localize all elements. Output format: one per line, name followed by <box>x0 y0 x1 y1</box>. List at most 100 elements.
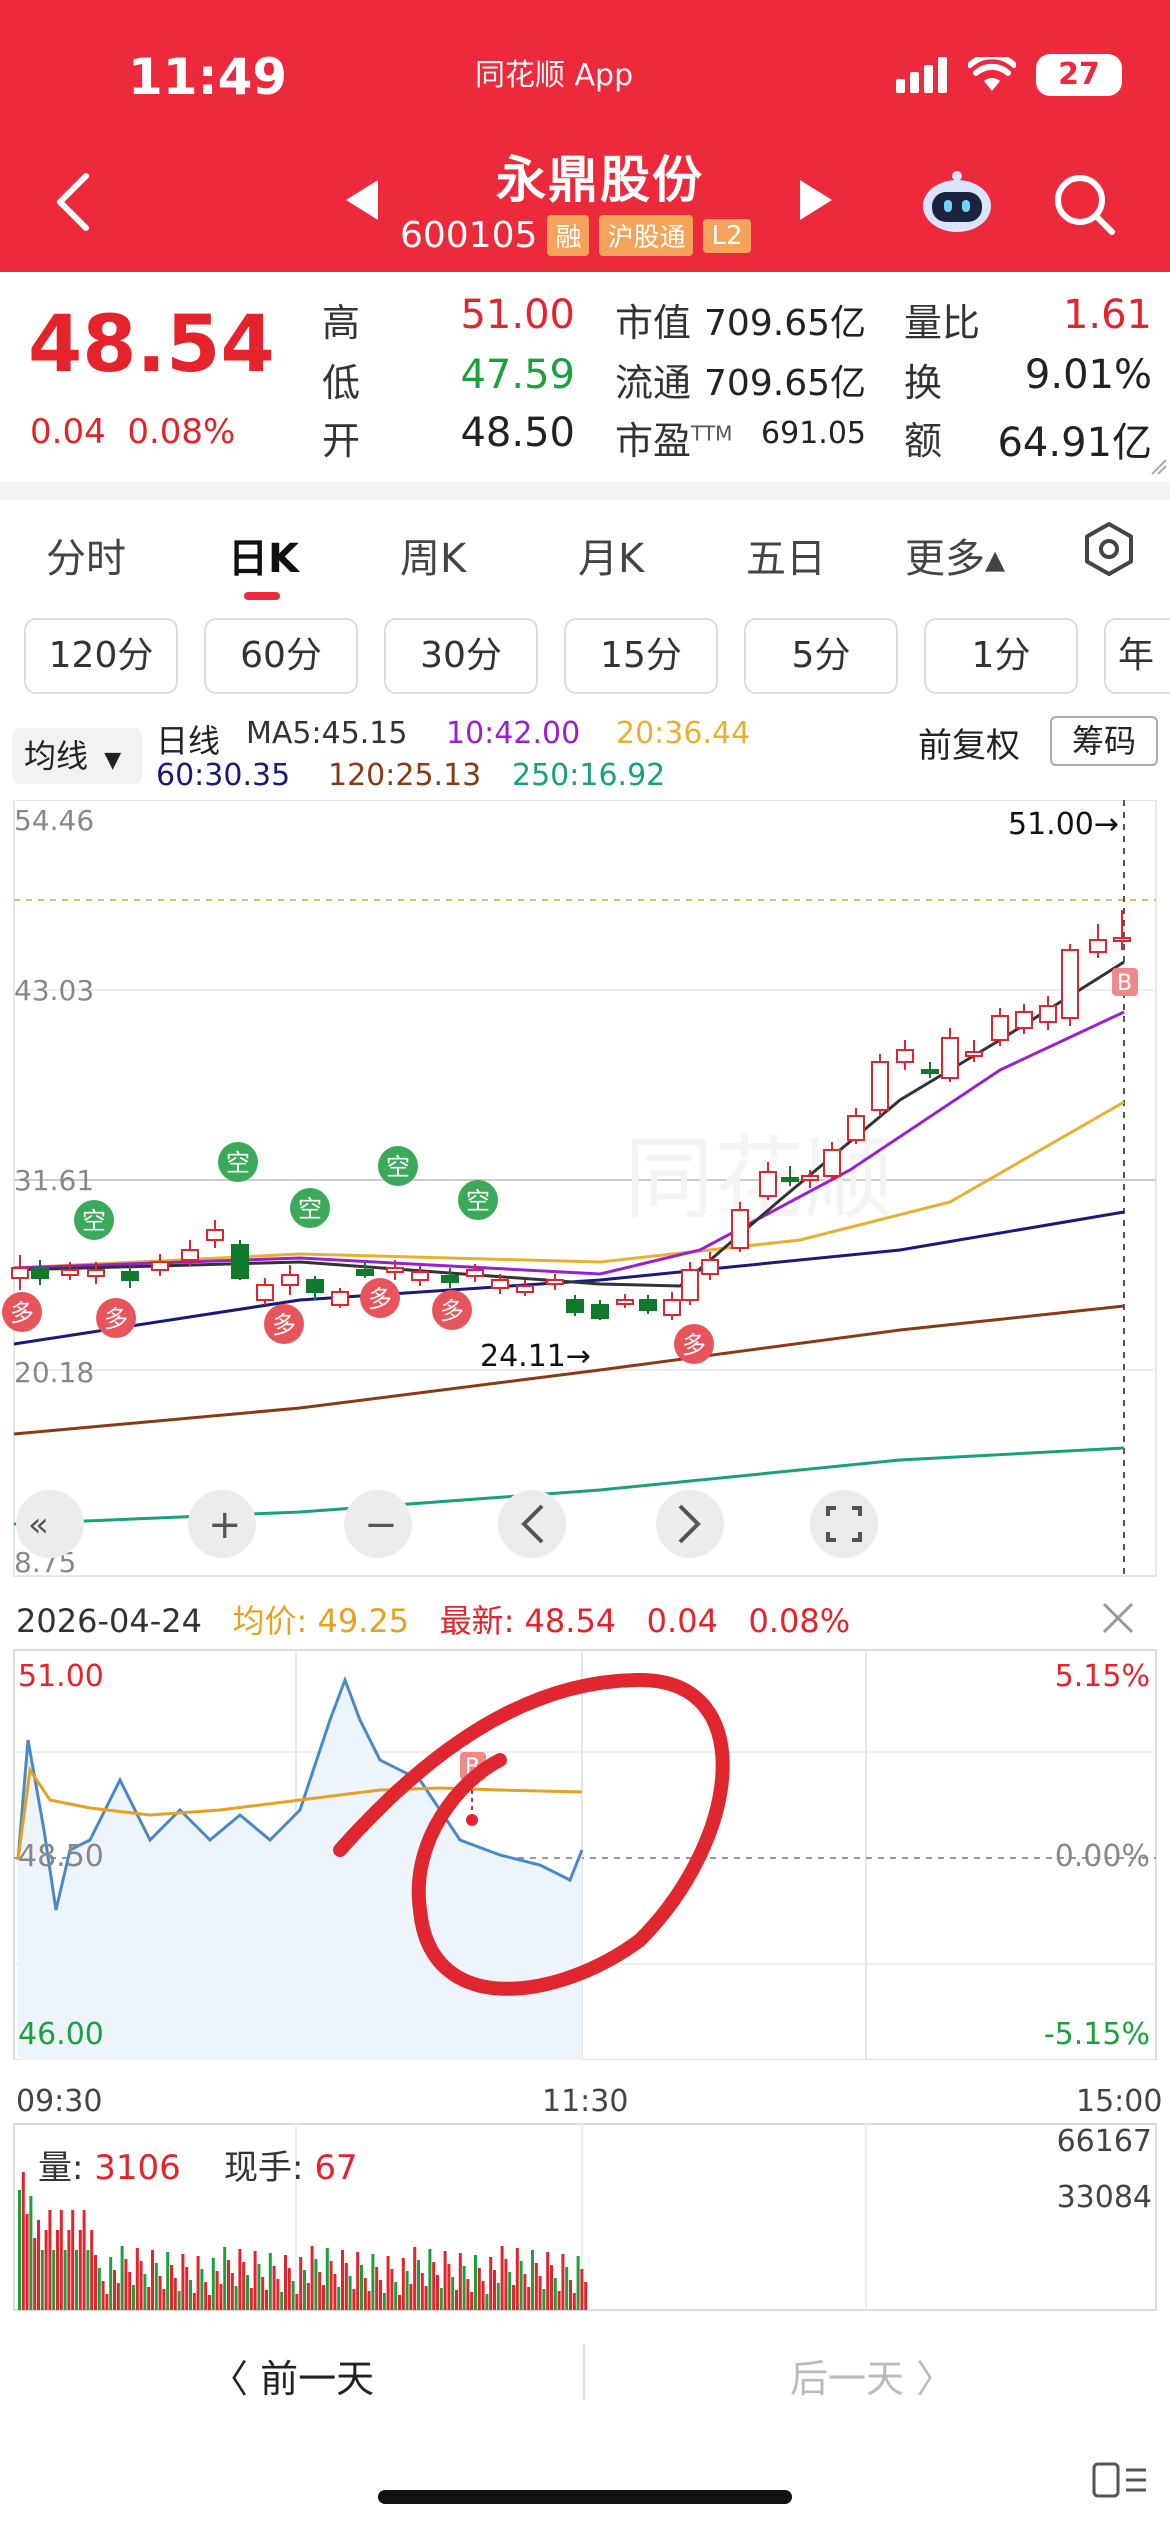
intraday-y-min: 46.00 <box>18 2017 104 2052</box>
subtab-5min[interactable]: 5分 <box>744 618 898 694</box>
chevron-left-icon: 〈 <box>210 2357 261 2401</box>
tab-daily-k[interactable]: 日K <box>228 526 299 584</box>
volume-bar <box>405 2271 409 2310</box>
volume-bar <box>360 2265 363 2310</box>
y-tick-2: 43.03 <box>14 974 94 1007</box>
intraday-pct-mid: 0.00% <box>1055 1839 1150 1874</box>
volume-bar <box>390 2269 394 2310</box>
kline-label: 日线 <box>156 722 221 760</box>
volume-bar <box>417 2260 420 2310</box>
volume-bar <box>208 2295 211 2310</box>
volume-bar <box>477 2268 481 2310</box>
candle-body <box>356 1269 374 1276</box>
scroll-left-fast-button[interactable]: « <box>16 1490 84 1558</box>
tab-five-day[interactable]: 五日 <box>746 526 826 584</box>
avg-label: 均价: <box>232 1602 308 1640</box>
adjust-label[interactable]: 前复权 <box>918 718 1020 767</box>
zoom-in-button[interactable]: + <box>188 1490 256 1558</box>
scroll-right-button[interactable] <box>656 1490 724 1558</box>
search-icon[interactable] <box>1050 170 1116 236</box>
candle-body <box>921 1069 939 1074</box>
volume-bar <box>139 2261 143 2310</box>
next-day-button[interactable]: 后一天 〉 <box>790 2348 954 2403</box>
volume-bar <box>192 2293 196 2310</box>
volume-bar <box>512 2285 515 2310</box>
intraday-change-pct: 0.08% <box>748 1602 851 1640</box>
scroll-left-button[interactable] <box>498 1490 566 1558</box>
volume-bar <box>295 2294 299 2310</box>
open-label: 开 <box>322 419 361 463</box>
volume-bar <box>386 2256 390 2310</box>
close-icon[interactable] <box>1100 1600 1136 1636</box>
subtab-year[interactable]: 年 <box>1104 618 1170 694</box>
volume-bar <box>196 2256 200 2310</box>
volume-bar <box>367 2291 371 2310</box>
volume-bar <box>580 2269 584 2310</box>
volume-bar <box>249 2288 253 2310</box>
volume-bar <box>470 2292 474 2310</box>
tab-more[interactable]: 更多▴ <box>905 526 1005 584</box>
zoom-out-button[interactable]: − <box>344 1490 412 1558</box>
intraday-date: 2026-04-24 <box>16 1602 202 1640</box>
volume-bar <box>48 2210 52 2310</box>
robot-assistant-icon[interactable] <box>918 168 996 236</box>
float-value: 709.65亿 <box>704 363 866 404</box>
short-signal-text: 空 <box>82 1207 106 1235</box>
volume-bar <box>82 2210 86 2310</box>
volume-bar <box>485 2294 489 2310</box>
prev-day-button[interactable]: 〈 前一天 <box>210 2348 374 2403</box>
next-stock-icon[interactable] <box>796 178 836 222</box>
min-price-label: 24.11→ <box>480 1339 591 1374</box>
home-indicator <box>378 2490 792 2504</box>
volume-bar <box>268 2253 272 2310</box>
tab-monthly-k[interactable]: 月K <box>578 526 644 584</box>
latest-label: 最新: <box>439 1602 515 1640</box>
candle-body <box>847 1115 865 1141</box>
volume-bar <box>420 2273 424 2310</box>
volume-bar <box>375 2267 379 2310</box>
expand-corner-icon[interactable] <box>1150 458 1168 476</box>
subtab-30min[interactable]: 30分 <box>384 618 538 694</box>
volume-bar <box>550 2265 553 2310</box>
volume-bar <box>424 2286 428 2310</box>
volume-bar <box>534 2263 538 2310</box>
low-value: 47.59 <box>460 352 575 398</box>
y-tick-4: 20.18 <box>14 1356 94 1389</box>
volume-bar <box>276 2279 280 2310</box>
fullscreen-button[interactable] <box>810 1490 878 1558</box>
candle-body <box>121 1271 139 1281</box>
back-icon[interactable] <box>50 172 98 232</box>
subtab-1min[interactable]: 1分 <box>924 618 1078 694</box>
volume-bar <box>542 2289 546 2310</box>
volume-bar <box>291 2281 295 2310</box>
menu-icon[interactable] <box>1090 2460 1150 2500</box>
tab-weekly-k[interactable]: 周K <box>400 526 466 584</box>
settings-hexagon-icon[interactable] <box>1080 520 1138 578</box>
wifi-icon <box>968 57 1016 91</box>
candle-body <box>759 1171 777 1197</box>
volume-bar <box>71 2210 75 2310</box>
volume-bar <box>284 2255 287 2310</box>
candle-body <box>441 1275 459 1283</box>
candle-body <box>616 1299 634 1305</box>
active-tab-underline <box>244 592 280 600</box>
subtab-120min[interactable]: 120分 <box>24 618 178 694</box>
volume-bar <box>531 2250 534 2310</box>
candle-body <box>331 1291 349 1306</box>
volume-bar <box>466 2279 470 2310</box>
intraday-change: 0.04 <box>646 1602 718 1640</box>
candle-body <box>663 1299 681 1316</box>
candle-body <box>231 1244 249 1279</box>
chip-button[interactable]: 筹码 <box>1050 716 1158 766</box>
ma20-value: 20:36.44 <box>616 716 751 751</box>
prev-stock-icon[interactable] <box>342 178 382 222</box>
volume-bar <box>299 2257 303 2310</box>
tab-intraday[interactable]: 分时 <box>46 526 126 584</box>
subtab-15min[interactable]: 15分 <box>564 618 718 694</box>
volume-bar <box>572 2293 576 2310</box>
subtab-60min[interactable]: 60分 <box>204 618 358 694</box>
volume-bar <box>116 2283 120 2310</box>
long-signal-text: 多 <box>104 1305 128 1333</box>
volume-bar <box>105 2294 109 2310</box>
candle-body <box>206 1229 224 1241</box>
